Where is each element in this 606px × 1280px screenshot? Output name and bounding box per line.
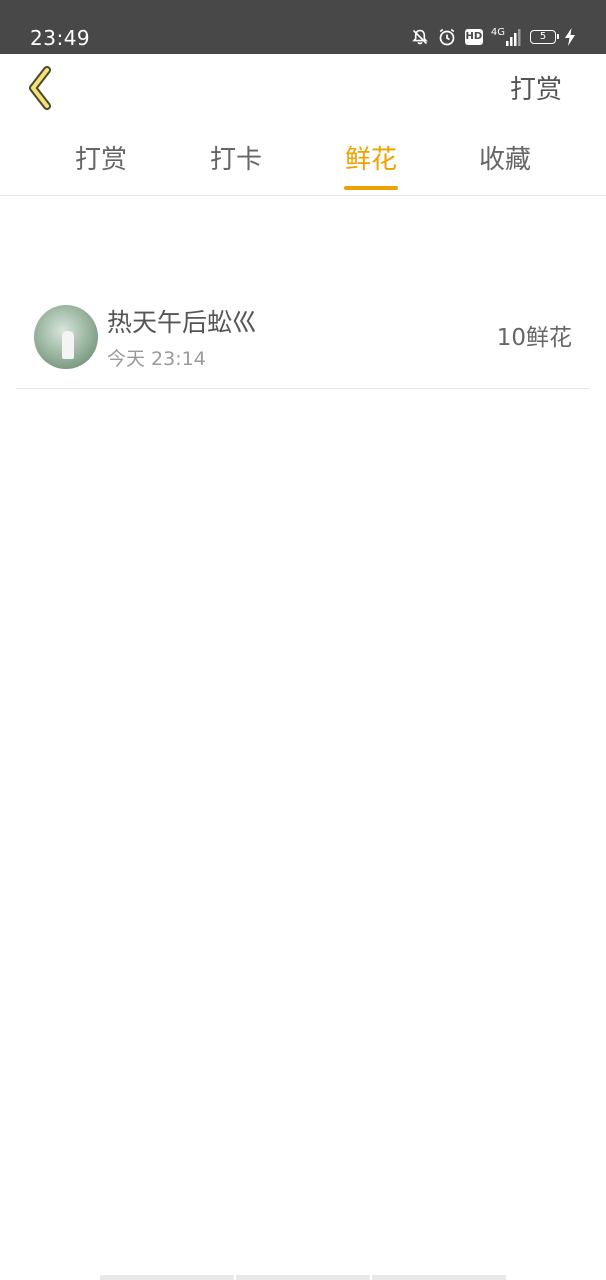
signal-4g-icon: 4G: [491, 28, 522, 46]
bottom-gesture-bar: [100, 1275, 506, 1280]
status-bar: 23:49 HD 4G 5: [0, 0, 606, 54]
chevron-left-icon: [25, 66, 57, 114]
tab-bar: 打赏 打卡 鲜花 收藏: [0, 128, 606, 196]
list-item[interactable]: 热天午后蚣巛 今天 23:14 10鲜花: [16, 290, 590, 389]
status-icons: HD 4G 5: [411, 24, 576, 50]
status-time: 23:49: [30, 26, 91, 50]
screen: 23:49 HD 4G 5 打赏 打赏 打卡 鲜花 收藏 热天午后蚣巛 今天 2…: [0, 0, 606, 1280]
bell-muted-icon: [411, 28, 429, 46]
tab-favorites[interactable]: 收藏: [455, 142, 555, 178]
header: 打赏: [0, 54, 606, 128]
avatar-figure: [62, 331, 74, 359]
flower-amount: 10鲜花: [496, 325, 572, 351]
bottom-segment: [100, 1275, 234, 1280]
user-name: 热天午后蚣巛: [107, 308, 258, 337]
battery-icon: 5: [530, 30, 559, 44]
item-time: 今天 23:14: [107, 348, 206, 370]
active-tab-indicator: [344, 186, 398, 190]
alarm-icon: [437, 27, 457, 47]
reward-action-button[interactable]: 打赏: [510, 72, 562, 108]
network-label: 4G: [490, 27, 505, 38]
tab-checkin[interactable]: 打卡: [186, 142, 286, 178]
avatar[interactable]: [34, 305, 98, 369]
back-button[interactable]: [18, 64, 64, 116]
charging-icon: [564, 28, 576, 46]
bottom-segment: [372, 1275, 506, 1280]
bottom-segment: [236, 1275, 370, 1280]
hd-icon: HD: [464, 29, 483, 45]
tab-reward[interactable]: 打赏: [51, 142, 151, 178]
tab-flowers[interactable]: 鲜花: [321, 142, 421, 178]
